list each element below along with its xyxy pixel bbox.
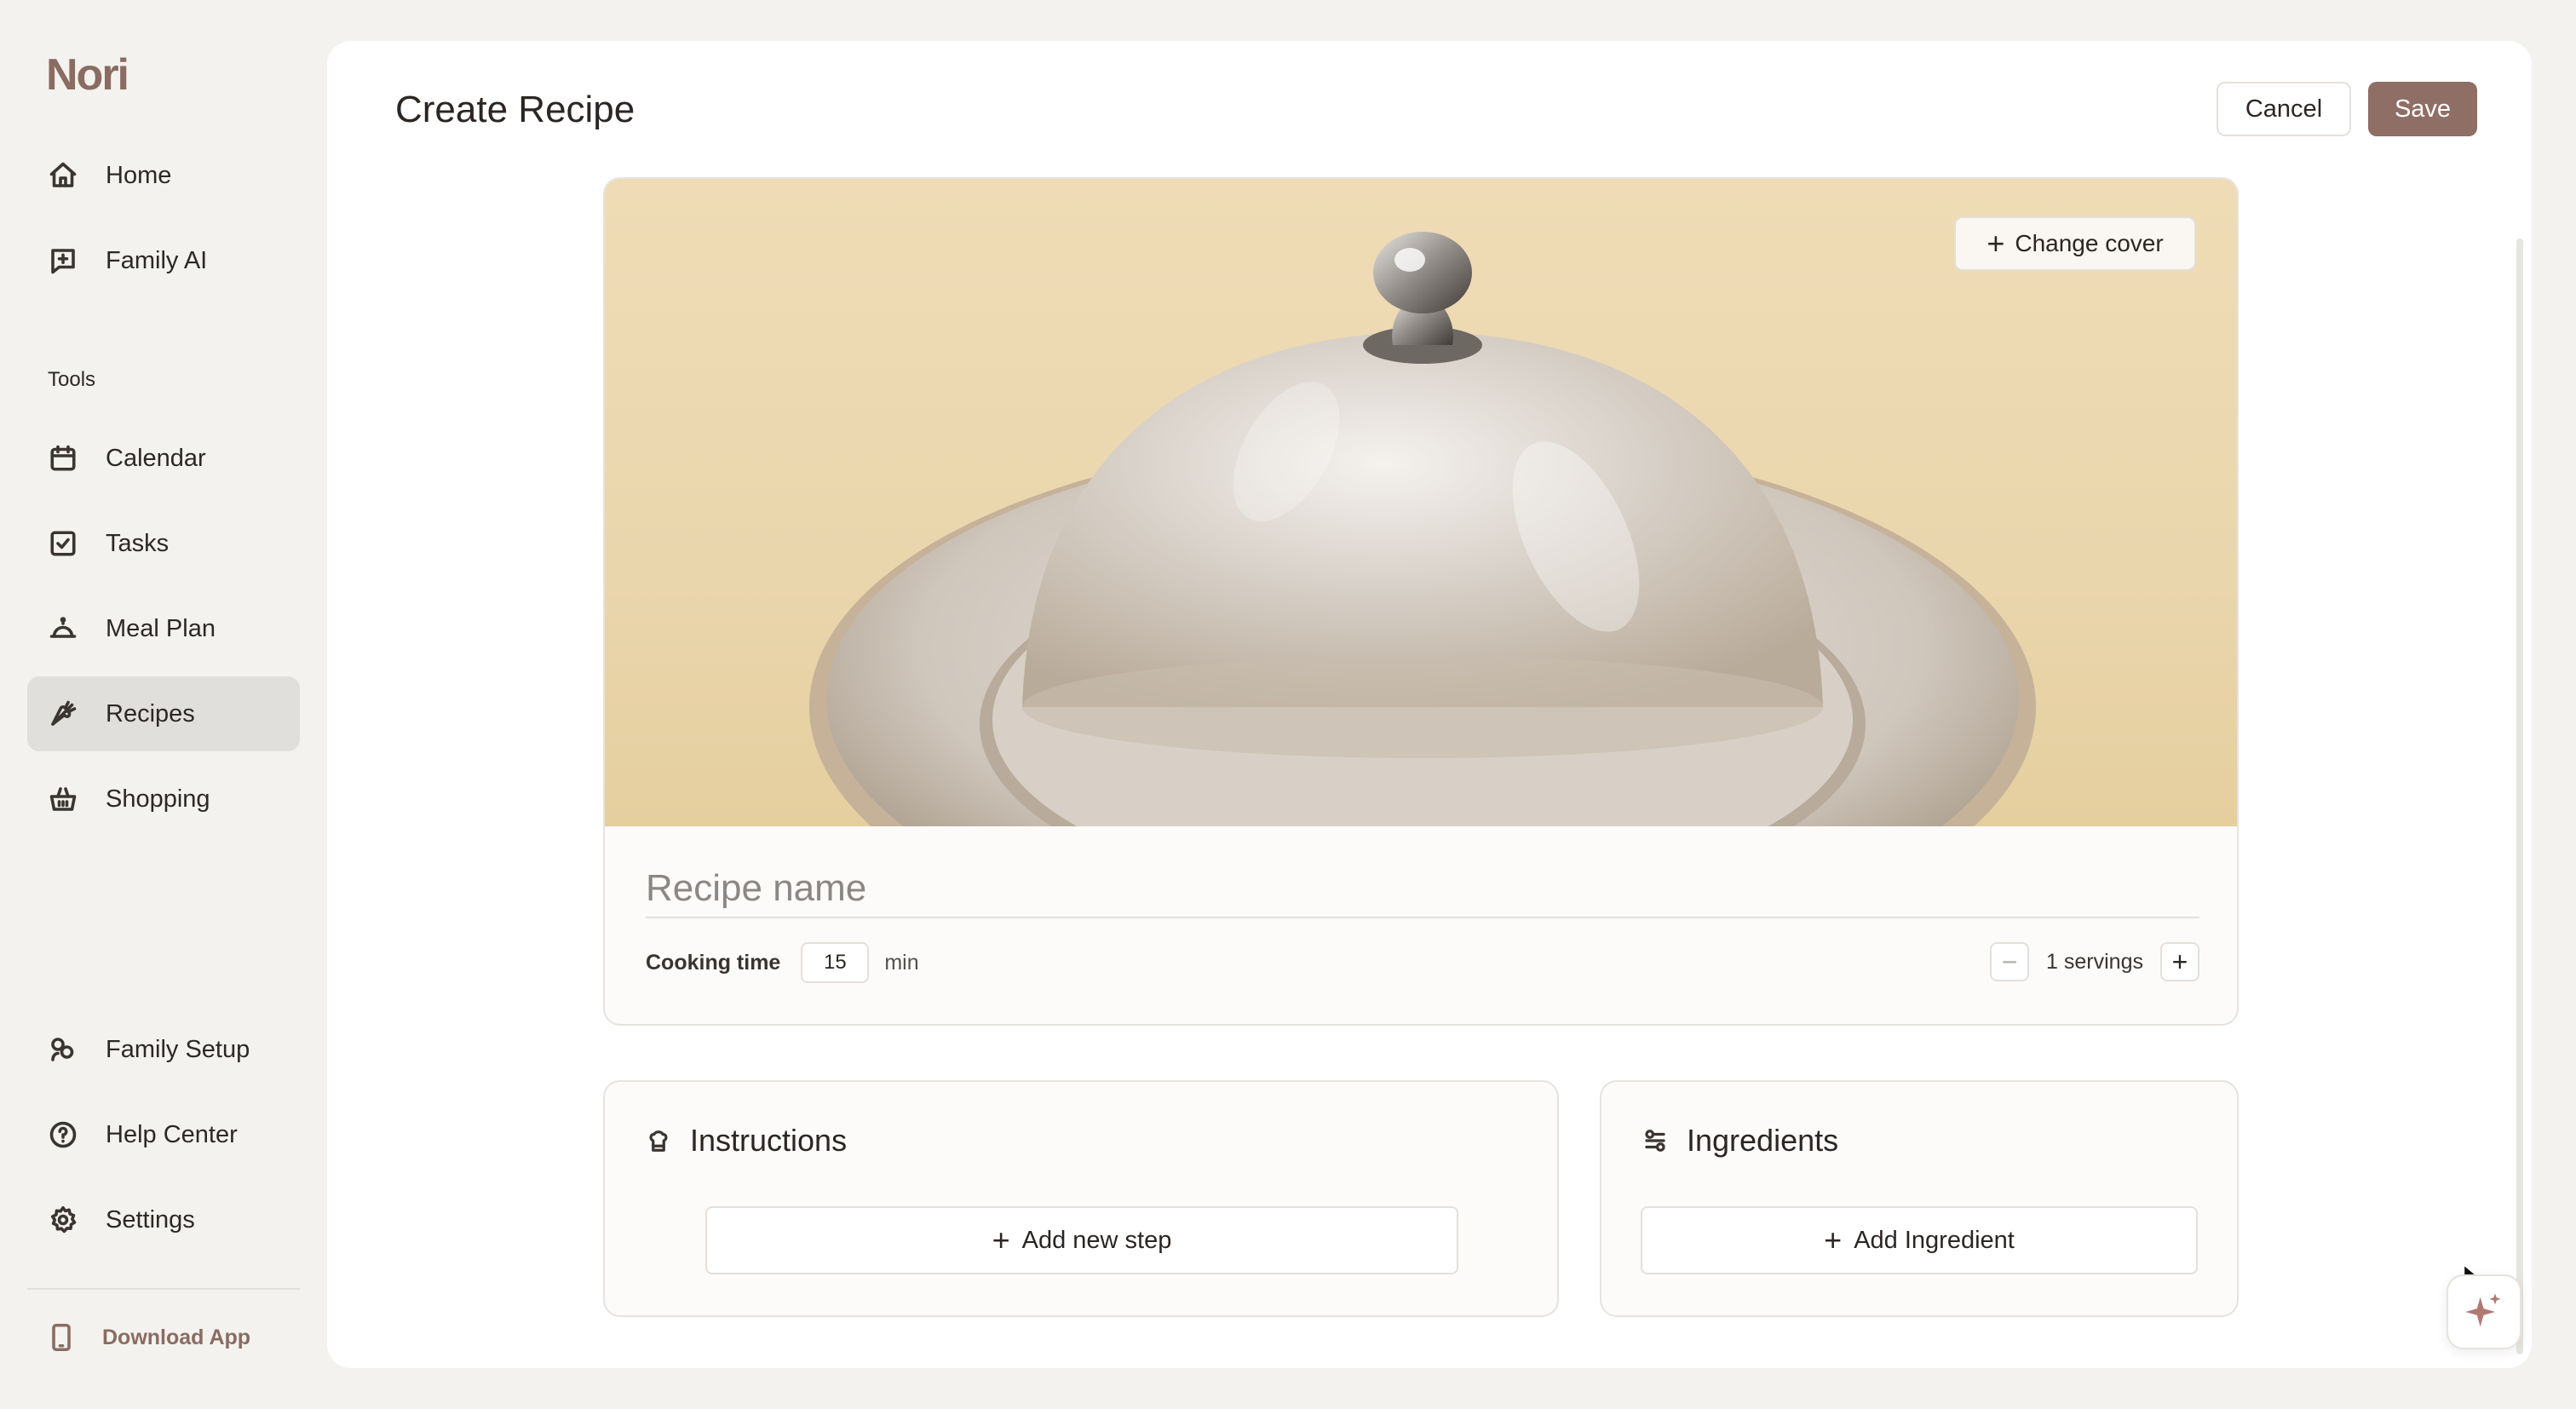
add-ingredient-label: Add Ingredient xyxy=(1854,1226,2015,1254)
sidebar-item-label: Home xyxy=(106,161,172,189)
sidebar-item-tasks[interactable]: Tasks xyxy=(27,506,300,581)
recipe-card: + Change cover Cooking time 15 min − 1 s… xyxy=(603,177,2239,1026)
cloche-cover-illustration xyxy=(809,232,2036,826)
decrease-servings-button[interactable]: − xyxy=(1990,942,2030,981)
sidebar-item-family-ai[interactable]: Family AI xyxy=(27,223,300,298)
app-logo[interactable]: Nori xyxy=(46,49,129,101)
chat-plus-icon xyxy=(46,244,80,278)
sidebar-item-label: Tasks xyxy=(106,529,170,557)
sidebar-item-home[interactable]: Home xyxy=(27,138,300,213)
cooking-time-input[interactable]: 15 xyxy=(801,942,870,983)
sidebar-item-label: Family Setup xyxy=(106,1035,250,1063)
main-panel: Create Recipe Cancel Save + Change cover… xyxy=(327,41,2532,1368)
sidebar-item-label: Family AI xyxy=(106,246,208,274)
recipe-name-input[interactable] xyxy=(646,860,2199,918)
add-new-step-button[interactable]: + Add new step xyxy=(705,1206,1458,1274)
basket-icon xyxy=(46,782,80,816)
checkbox-icon xyxy=(46,526,80,561)
download-app-label: Download App xyxy=(102,1325,251,1349)
sidebar-item-recipes[interactable]: Recipes xyxy=(27,676,300,751)
change-cover-button[interactable]: + Change cover xyxy=(1954,216,2196,271)
sidebar-item-label: Shopping xyxy=(106,785,210,813)
cover-image: + Change cover xyxy=(605,179,2237,826)
carrot-icon xyxy=(46,697,80,731)
plus-icon: + xyxy=(1987,226,2005,261)
main-scrollbar[interactable] xyxy=(2516,239,2523,1354)
sidebar-item-label: Recipes xyxy=(106,699,195,728)
download-app-link[interactable]: Download App xyxy=(46,1322,250,1353)
plus-icon: + xyxy=(992,1222,1010,1257)
sidebar: Nori Home Family AI Tools Calendar Tasks… xyxy=(0,0,327,1409)
cloche-icon xyxy=(46,612,80,646)
instructions-card: Instructions + Add new step xyxy=(603,1080,1559,1317)
gear-icon xyxy=(46,1203,80,1237)
change-cover-label: Change cover xyxy=(2015,230,2164,256)
family-icon xyxy=(46,1032,80,1067)
instructions-header: Instructions xyxy=(646,1123,847,1159)
home-icon xyxy=(46,158,80,193)
sidebar-item-family-setup[interactable]: Family Setup xyxy=(27,1012,300,1087)
recipe-meta-row: Cooking time 15 min − 1 servings + xyxy=(646,942,2199,983)
chef-hat-icon xyxy=(649,1130,668,1152)
help-icon xyxy=(46,1118,80,1152)
ingredients-icon xyxy=(1645,1130,1665,1152)
cancel-button[interactable]: Cancel xyxy=(2217,82,2351,136)
sidebar-item-help-center[interactable]: Help Center xyxy=(27,1097,300,1172)
add-new-step-label: Add new step xyxy=(1021,1226,1172,1254)
ingredients-header: Ingredients xyxy=(1642,1123,1838,1159)
ai-assistant-button[interactable] xyxy=(2447,1274,2521,1349)
sidebar-item-shopping[interactable]: Shopping xyxy=(27,762,300,837)
sidebar-item-label: Settings xyxy=(106,1205,195,1234)
instructions-title: Instructions xyxy=(690,1123,848,1158)
sidebar-item-label: Meal Plan xyxy=(106,614,216,642)
save-button[interactable]: Save xyxy=(2368,82,2477,136)
tools-section-label: Tools xyxy=(48,368,96,391)
plus-icon: + xyxy=(1824,1222,1843,1257)
sparkle-icon xyxy=(2465,1293,2501,1327)
increase-servings-button[interactable]: + xyxy=(2160,942,2199,981)
ingredients-title: Ingredients xyxy=(1687,1123,1839,1158)
page-title: Create Recipe xyxy=(395,89,635,130)
cooking-time-label: Cooking time xyxy=(646,950,781,975)
sidebar-item-calendar[interactable]: Calendar xyxy=(27,421,300,496)
phone-icon xyxy=(52,1323,71,1352)
sidebar-item-meal-plan[interactable]: Meal Plan xyxy=(27,591,300,666)
sidebar-divider xyxy=(27,1288,300,1290)
servings-value: 1 servings xyxy=(2046,949,2143,974)
servings-stepper: − 1 servings + xyxy=(1990,942,2199,981)
sidebar-item-settings[interactable]: Settings xyxy=(27,1182,300,1257)
calendar-icon xyxy=(46,441,80,475)
sidebar-item-label: Calendar xyxy=(106,444,206,472)
add-ingredient-button[interactable]: + Add Ingredient xyxy=(1641,1206,2198,1274)
sidebar-item-label: Help Center xyxy=(106,1120,238,1148)
cooking-time-unit: min xyxy=(884,950,919,975)
ingredients-card: Ingredients + Add Ingredient xyxy=(1600,1080,2239,1317)
